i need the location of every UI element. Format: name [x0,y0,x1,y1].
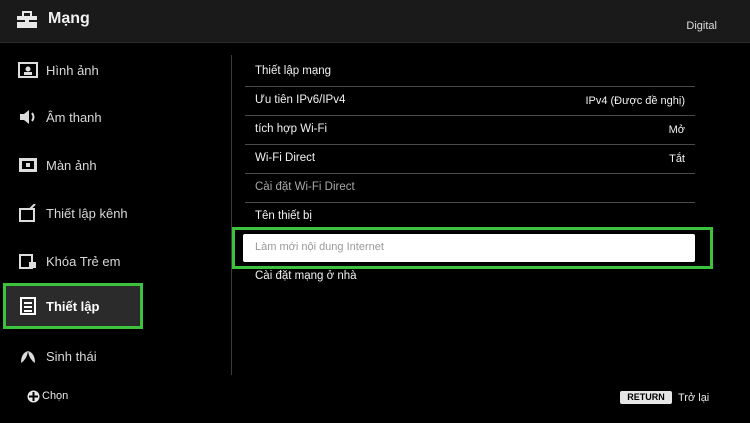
setting-value: IPv4 (Được đề nghị) [585,95,685,107]
sidebar-item-label: Khóa Trẻ em [46,254,121,269]
picture-icon [18,62,38,78]
setting-label: Làm mới nội dung Internet [255,241,384,253]
antenna-icon [19,204,36,222]
setting-label: Tên thiết bị [255,210,312,222]
setting-network-setup[interactable]: Thiết lập mạng [245,58,695,87]
screen-icon [19,158,37,172]
sidebar-item-settings[interactable]: Thiết lập [3,283,143,329]
panel-divider [231,55,232,375]
setting-value: Tắt [669,153,685,165]
setting-refresh-internet-content[interactable]: Làm mới nội dung Internet [243,234,695,262]
settings-list-icon [20,297,36,315]
sidebar-item-picture[interactable]: Hình ảnh [8,49,144,93]
eco-icon [21,351,35,363]
speaker-icon [20,110,35,124]
sidebar-item-label: Âm thanh [46,110,102,125]
sidebar-item-parental-lock[interactable]: Khóa Trẻ em [8,240,144,284]
sidebar-item-label: Thiết lập [46,299,100,314]
sidebar-item-label: Thiết lập kênh [46,206,128,221]
return-button[interactable]: RETURN [620,391,672,404]
setting-label: Ưu tiên IPv6/IPv4 [255,94,346,106]
setting-value: Mở [668,124,685,136]
setting-built-in-wifi[interactable]: tích hợp Wi-Fi Mở [245,116,695,145]
sidebar-item-label: Hình ảnh [46,63,99,78]
sidebar-item-sound[interactable]: Âm thanh [8,96,144,140]
setting-wifi-direct-settings: Cài đặt Wi-Fi Direct [245,174,695,203]
sidebar-item-label: Sinh thái [46,349,97,364]
sidebar-item-label: Màn ảnh [46,158,97,173]
dpad-icon [27,390,40,403]
sidebar: Hình ảnh Âm thanh Màn ảnh Thiết lập kênh… [0,45,215,375]
return-hint: RETURN Trở lại [620,390,720,406]
setting-ip-priority[interactable]: Ưu tiên IPv6/IPv4 IPv4 (Được đề nghị) [245,87,695,116]
setting-wifi-direct[interactable]: Wi-Fi Direct Tắt [245,145,695,174]
toolbox-icon [17,11,37,28]
sidebar-item-channel-setup[interactable]: Thiết lập kênh [8,192,144,236]
sidebar-item-screen[interactable]: Màn ảnh [8,144,144,188]
input-source-label: Digital [686,20,717,32]
setting-label: tích hợp Wi-Fi [255,123,328,135]
setting-label: Cài đặt mạng ở nhà [255,270,357,282]
setting-label: Cài đặt Wi-Fi Direct [255,181,355,193]
lock-icon [19,254,36,269]
page-title: Mạng [48,10,90,27]
back-label: Trở lại [678,392,710,404]
setting-label: Thiết lập mạng [255,65,332,77]
select-label: Chọn [42,390,69,402]
setting-label: Wi-Fi Direct [255,152,316,164]
sidebar-item-eco[interactable]: Sinh thái [8,335,144,379]
header-bar: Mạng Digital [0,0,750,43]
